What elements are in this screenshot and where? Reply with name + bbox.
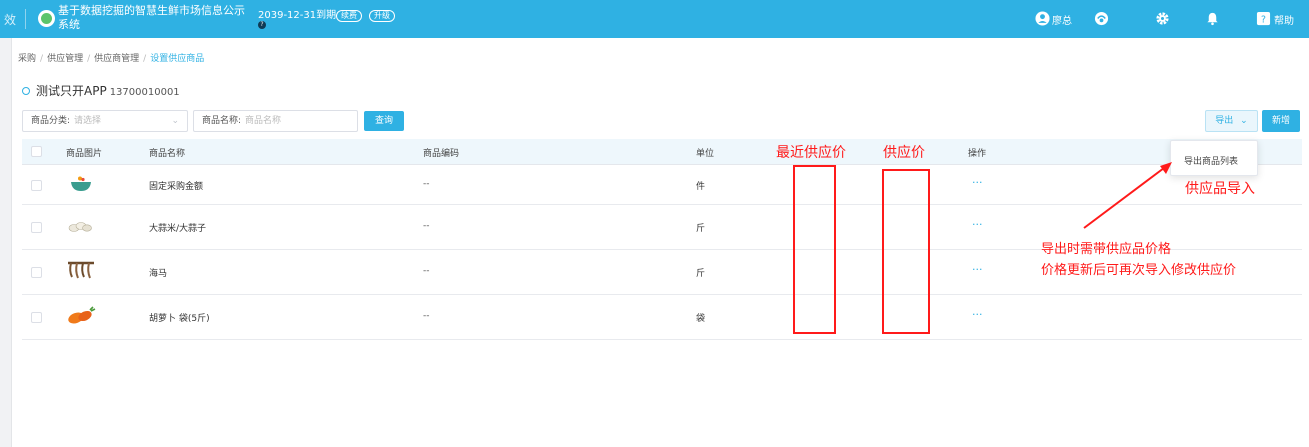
user-avatar-icon[interactable] bbox=[1035, 11, 1050, 26]
product-code: -- bbox=[423, 221, 430, 231]
product-name: 固定采购金额 bbox=[149, 182, 204, 192]
breadcrumb-item[interactable]: 供应商管理 bbox=[94, 54, 139, 64]
product-name: 海马 bbox=[149, 269, 168, 279]
more-actions-icon[interactable]: ··· bbox=[972, 218, 983, 231]
carrot-icon bbox=[68, 306, 96, 324]
row-checkbox[interactable] bbox=[31, 180, 42, 191]
expire-date: 2039-12-31到期 bbox=[258, 10, 337, 21]
col-unit: 单位 bbox=[696, 149, 715, 159]
annotation-supply-price: 供应价 bbox=[883, 145, 925, 161]
product-unit: 件 bbox=[696, 182, 706, 192]
product-unit: 斤 bbox=[696, 269, 706, 279]
select-all-checkbox[interactable] bbox=[31, 146, 42, 157]
breadcrumb-separator: / bbox=[87, 54, 91, 64]
product-name: 大蒜米/大蒜子 bbox=[149, 224, 207, 234]
more-actions-icon[interactable]: ··· bbox=[972, 308, 983, 321]
more-actions-icon[interactable]: ··· bbox=[972, 263, 983, 276]
col-name: 商品名称 bbox=[149, 149, 186, 159]
row-checkbox[interactable] bbox=[31, 222, 42, 233]
sidebar-collapsed bbox=[0, 38, 12, 447]
export-product-list-item[interactable]: 导出商品列表 bbox=[1184, 154, 1238, 167]
garlic-icon bbox=[68, 222, 92, 232]
system-title: 基于数据挖掘的智慧生鲜市场信息公示系统 bbox=[58, 4, 245, 31]
breadcrumb-item[interactable]: 采购 bbox=[18, 54, 36, 64]
breadcrumb-separator: / bbox=[40, 54, 44, 64]
row-checkbox[interactable] bbox=[31, 312, 42, 323]
top-bar: 效 基于数据挖掘的智慧生鲜市场信息公示系统 2039-12-31到期 ? 续费 … bbox=[0, 0, 1309, 38]
help-link[interactable]: 帮助 bbox=[1274, 12, 1294, 27]
export-button[interactable]: 导出 ⌄ bbox=[1205, 110, 1258, 132]
svg-text:?: ? bbox=[1261, 14, 1266, 25]
category-label: 商品分类: bbox=[31, 116, 71, 126]
seahorse-icon bbox=[68, 261, 94, 279]
circle-marker-icon bbox=[22, 87, 30, 95]
product-code: -- bbox=[423, 266, 430, 276]
question-icon[interactable]: ? bbox=[258, 21, 266, 29]
query-button[interactable]: 查询 bbox=[364, 111, 404, 131]
supplier-phone: 13700010001 bbox=[109, 87, 180, 98]
topbar-divider bbox=[25, 9, 26, 29]
export-dropdown-menu: 导出商品列表 bbox=[1170, 140, 1258, 176]
breadcrumb-separator: / bbox=[143, 54, 147, 64]
export-label: 导出 bbox=[1215, 116, 1234, 126]
annotation-recent-price: 最近供应价 bbox=[776, 145, 846, 161]
renew-badge[interactable]: 续费 bbox=[336, 10, 362, 22]
app-logo-icon bbox=[38, 10, 55, 27]
product-unit: 斤 bbox=[696, 224, 706, 234]
product-name-label: 商品名称: bbox=[202, 116, 242, 126]
bowl-icon bbox=[71, 176, 91, 191]
col-actions: 操作 bbox=[968, 149, 987, 159]
supplier-name: 测试只开APP bbox=[36, 84, 107, 98]
help-icon[interactable]: ? bbox=[1256, 11, 1271, 26]
customer-service-icon[interactable] bbox=[1094, 11, 1109, 26]
annotation-supply-price-box bbox=[882, 169, 930, 334]
more-actions-icon[interactable]: ··· bbox=[972, 176, 983, 189]
row-checkbox[interactable] bbox=[31, 267, 42, 278]
chevron-down-icon: ⌄ bbox=[1240, 116, 1248, 126]
gear-icon[interactable] bbox=[1155, 11, 1170, 26]
annotation-note-line1: 导出时需带供应品价格 bbox=[1041, 242, 1172, 257]
breadcrumb: 采购 / 供应管理 / 供应商管理 / 设置供应商品 bbox=[18, 51, 204, 64]
user-name[interactable]: 廖总 bbox=[1052, 12, 1072, 27]
breadcrumb-item[interactable]: 供应管理 bbox=[47, 54, 83, 64]
annotation-import: 供应品导入 bbox=[1185, 181, 1255, 197]
chevron-down-icon: ⌄ bbox=[171, 116, 179, 126]
col-code: 商品编码 bbox=[423, 149, 460, 159]
upgrade-badge[interactable]: 升级 bbox=[369, 10, 395, 22]
product-name-input[interactable]: 商品名称: 商品名称 bbox=[193, 110, 358, 132]
breadcrumb-current: 设置供应商品 bbox=[150, 54, 205, 64]
product-name: 胡萝卜 袋(5斤) bbox=[149, 314, 210, 324]
category-select[interactable]: 商品分类: 请选择 ⌄ bbox=[22, 110, 188, 132]
supplier-title: 测试只开APP 13700010001 bbox=[22, 82, 180, 99]
add-button[interactable]: 新增 bbox=[1262, 110, 1300, 132]
product-code: -- bbox=[423, 179, 430, 189]
col-image: 商品图片 bbox=[66, 149, 103, 159]
annotation-arrow-icon bbox=[1083, 162, 1172, 229]
category-placeholder: 请选择 bbox=[74, 116, 102, 126]
annotation-recent-price-box bbox=[793, 165, 836, 334]
bell-icon[interactable] bbox=[1205, 11, 1220, 26]
product-unit: 袋 bbox=[696, 314, 706, 324]
table-row[interactable]: 胡萝卜 袋(5斤) -- 袋 ··· bbox=[22, 295, 1302, 340]
annotation-note-line2: 价格更新后可再次导入修改供应价 bbox=[1041, 263, 1237, 278]
product-code: -- bbox=[423, 311, 430, 321]
truncated-nav-text[interactable]: 效 bbox=[4, 11, 16, 28]
product-name-placeholder: 商品名称 bbox=[245, 116, 282, 126]
